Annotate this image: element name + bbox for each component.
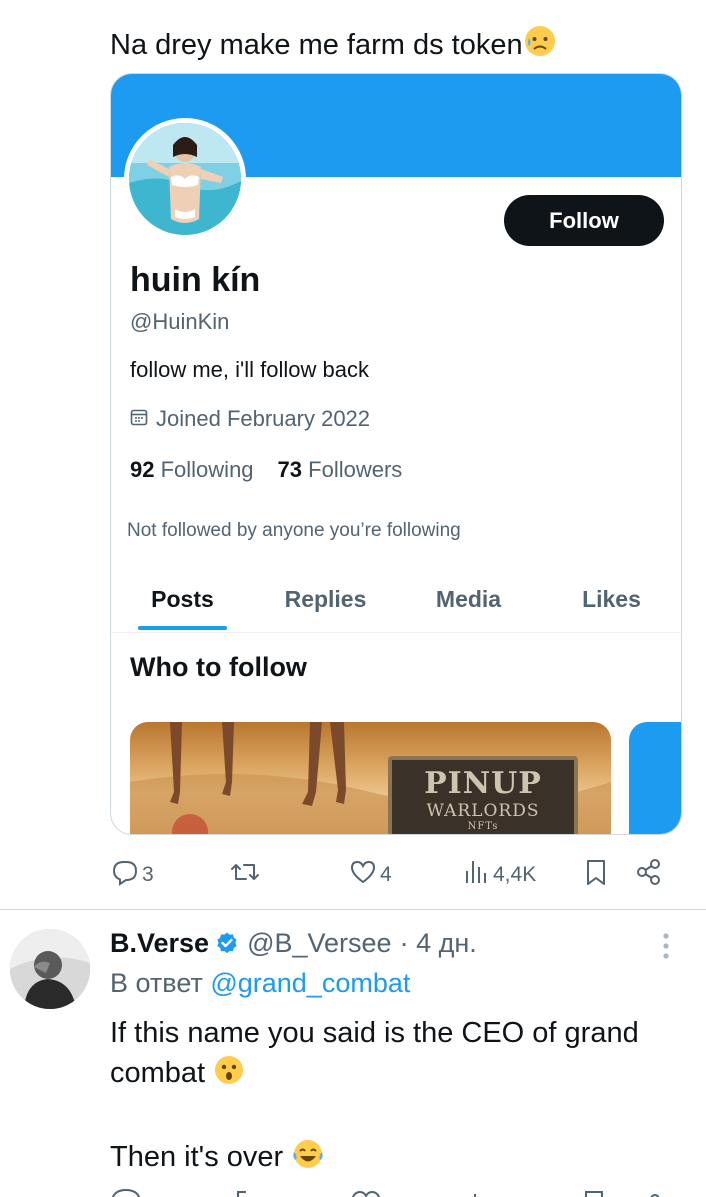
share-icon	[634, 857, 664, 893]
following-stat[interactable]: 92 Following	[130, 457, 254, 483]
heart-icon	[348, 857, 378, 893]
reply-to-line: В ответ @grand_combat	[110, 968, 410, 999]
promo-sign-subtitle: WARLORDS	[426, 801, 540, 821]
profile-card-screenshot[interactable]: Follow huin kín @HuinKin follow me, i'll…	[110, 73, 682, 835]
share-action[interactable]	[634, 855, 664, 895]
tears-of-joy-emoji-icon	[291, 1138, 325, 1181]
reply-line-2: Then it's over	[110, 1137, 690, 1181]
reply-to-link[interactable]: @grand_combat	[210, 968, 410, 998]
bookmark-action[interactable]	[582, 855, 610, 895]
post-divider	[0, 909, 706, 910]
like-action[interactable]: 4	[348, 855, 392, 895]
following-label: Following	[160, 457, 254, 482]
active-tab-indicator	[138, 626, 227, 630]
bookmark-icon	[582, 857, 610, 893]
sad-sweat-emoji-icon	[523, 24, 557, 66]
who-to-follow-title: Who to follow	[130, 652, 307, 682]
reply-line-1-text: If this name you said is the CEO of gran…	[110, 1017, 639, 1089]
post-actions: 3 4 4,4K	[110, 855, 690, 895]
reply-timestamp[interactable]: · 4 дн.	[400, 928, 477, 959]
joined-date: Joined February 2022	[130, 406, 370, 432]
followers-stat[interactable]: 73 Followers	[278, 457, 403, 483]
views-icon	[463, 857, 491, 893]
profile-tabs: Posts Replies Media Likes	[111, 579, 681, 633]
who-to-follow-card[interactable]: PINUP WARLORDS NFTs	[130, 722, 611, 834]
reply-body: If this name you said is the CEO of gran…	[110, 1013, 690, 1197]
repost-action[interactable]	[228, 855, 264, 895]
tab-likes[interactable]: Likes	[540, 579, 681, 633]
astonished-emoji-icon	[213, 1054, 245, 1097]
promo-sign-tag: NFTs	[467, 821, 499, 832]
who-to-follow-card-next[interactable]	[629, 722, 681, 834]
followers-count: 73	[277, 457, 303, 482]
reply-line-1: If this name you said is the CEO of gran…	[110, 1013, 690, 1097]
reply-author-handle[interactable]: @B_Versee	[247, 928, 392, 959]
post-text-content: Na drey make me farm ds token	[110, 29, 523, 61]
reply-action[interactable]: 3	[110, 855, 154, 895]
post-text: Na drey make me farm ds token	[110, 24, 557, 66]
followers-label: Followers	[308, 457, 403, 482]
promo-sign-title: PINUP	[424, 766, 542, 801]
profile-bio: follow me, i'll follow back	[130, 357, 369, 382]
views-action[interactable]: 4,4K	[463, 855, 536, 895]
not-followed-notice: Not followed by anyone you’re following	[127, 520, 461, 541]
reply-author-name[interactable]: B.Verse	[110, 928, 209, 959]
verified-badge-icon	[215, 931, 239, 955]
reply-actions-partial	[110, 1187, 690, 1197]
reply-count: 3	[142, 863, 154, 886]
profile-handle: @HuinKin	[130, 309, 230, 334]
like-count: 4	[380, 863, 392, 886]
tab-posts[interactable]: Posts	[111, 579, 254, 633]
reply-avatar[interactable]	[10, 929, 90, 1009]
tab-media[interactable]: Media	[397, 579, 540, 633]
reply-to-prefix: В ответ	[110, 968, 203, 998]
repost-icon	[228, 857, 262, 893]
promo-sign: PINUP WARLORDS NFTs	[388, 756, 578, 834]
reply-line-2-text: Then it's over	[110, 1141, 284, 1173]
profile-display-name: huin kín	[130, 261, 261, 299]
more-options-icon[interactable]	[657, 930, 675, 962]
reply-header: B.Verse @B_Versee · 4 дн.	[110, 925, 477, 961]
reply-icon	[110, 857, 140, 893]
views-count: 4,4K	[493, 863, 537, 886]
profile-avatar[interactable]	[124, 118, 246, 240]
following-count: 92	[130, 457, 155, 482]
follow-stats: 92 Following 73 Followers	[130, 457, 402, 483]
tab-replies[interactable]: Replies	[254, 579, 397, 633]
follow-button[interactable]: Follow	[504, 195, 664, 246]
calendar-icon	[130, 406, 148, 432]
joined-text: Joined February 2022	[156, 406, 371, 431]
